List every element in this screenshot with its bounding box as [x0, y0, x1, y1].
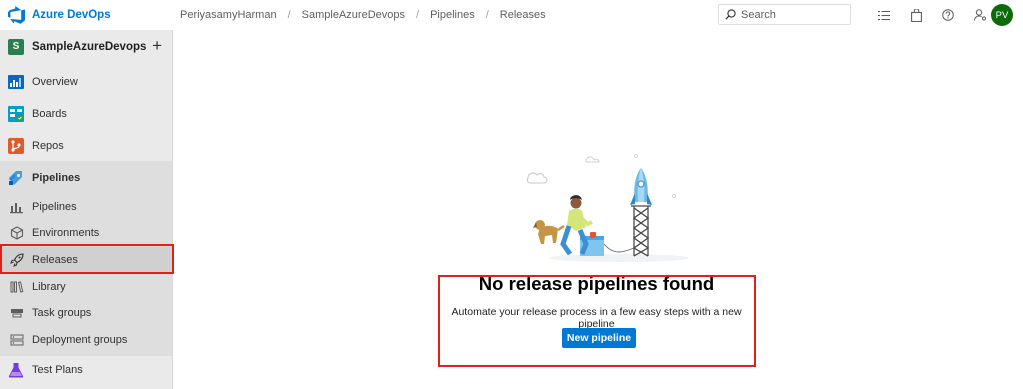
breadcrumb-separator: /: [416, 9, 420, 21]
sidebar-item-label: Boards: [32, 108, 67, 120]
breadcrumb-organization[interactable]: PeriyasamyHarman: [180, 9, 277, 21]
settings-list-icon[interactable]: [868, 0, 900, 30]
project-badge: S: [8, 38, 24, 55]
sidebar-item-overview[interactable]: Overview: [0, 66, 172, 98]
sidebar-item-label: Deployment groups: [32, 334, 128, 346]
breadcrumb: PeriyasamyHarman / SampleAzureDevops / P…: [180, 0, 546, 30]
add-icon[interactable]: +: [152, 36, 162, 56]
breadcrumb-pipelines[interactable]: Pipelines: [430, 9, 475, 21]
repos-icon: [8, 138, 24, 154]
sidebar-subitem-environments[interactable]: Environments: [0, 220, 172, 246]
sidebar-item-label: Repos: [32, 140, 64, 152]
user-avatar[interactable]: PV: [991, 4, 1013, 26]
sidebar-item-label: Pipelines: [32, 172, 81, 184]
breadcrumb-project[interactable]: SampleAzureDevops: [302, 9, 405, 21]
sidebar-item-pipelines[interactable]: Pipelines: [0, 162, 172, 194]
sidebar-item-boards[interactable]: Boards: [0, 98, 172, 130]
deployment-groups-icon: [10, 334, 24, 346]
releases-highlight-box: [0, 244, 174, 274]
marketplace-bag-icon[interactable]: [900, 0, 932, 30]
sidebar-item-label: Environments: [32, 227, 100, 239]
sidebar-item-label: Pipelines: [32, 201, 77, 213]
search-icon: [725, 9, 736, 20]
pipelines-icon: [9, 171, 22, 185]
sidebar-subitem-deployment-groups[interactable]: Deployment groups: [0, 327, 172, 353]
empty-state-highlight-box: [438, 275, 756, 367]
top-bar: Azure DevOps PeriyasamyHarman / SampleAz…: [0, 0, 1023, 30]
azure-devops-logo-icon: [8, 6, 25, 24]
breadcrumb-separator: /: [287, 9, 291, 21]
boards-icon: [8, 106, 24, 122]
sidebar-subitem-pipelines[interactable]: Pipelines: [0, 194, 172, 220]
search-placeholder: Search: [741, 8, 776, 21]
environments-icon: [10, 226, 24, 240]
sidebar: S SampleAzureDevops + Overview Boards Re…: [0, 30, 173, 389]
brand-name: Azure DevOps: [32, 9, 111, 21]
sidebar-subitem-library[interactable]: Library: [0, 274, 172, 300]
empty-state-illustration: [526, 154, 689, 262]
overview-icon: [8, 75, 24, 89]
project-header[interactable]: S SampleAzureDevops +: [0, 30, 172, 63]
task-groups-icon: [11, 309, 23, 318]
breadcrumb-separator: /: [485, 9, 489, 21]
project-name: SampleAzureDevops: [32, 40, 147, 53]
sidebar-item-label: Task groups: [32, 307, 92, 319]
sidebar-item-label: Test Plans: [32, 364, 83, 376]
breadcrumb-releases[interactable]: Releases: [500, 9, 546, 21]
test-plans-icon: [8, 363, 24, 378]
sidebar-item-repos[interactable]: Repos: [0, 130, 172, 162]
search-box[interactable]: Search: [718, 4, 851, 25]
sidebar-item-label: Library: [32, 281, 66, 293]
library-icon: [10, 281, 24, 293]
sidebar-subitem-task-groups[interactable]: Task groups: [0, 300, 172, 326]
help-icon[interactable]: [932, 0, 964, 30]
pipelines-sub-icon: [10, 203, 23, 214]
sidebar-item-test-plans[interactable]: Test Plans: [0, 354, 172, 386]
sidebar-item-label: Overview: [32, 76, 78, 88]
top-icons: [868, 0, 996, 30]
brand[interactable]: Azure DevOps: [8, 0, 111, 30]
